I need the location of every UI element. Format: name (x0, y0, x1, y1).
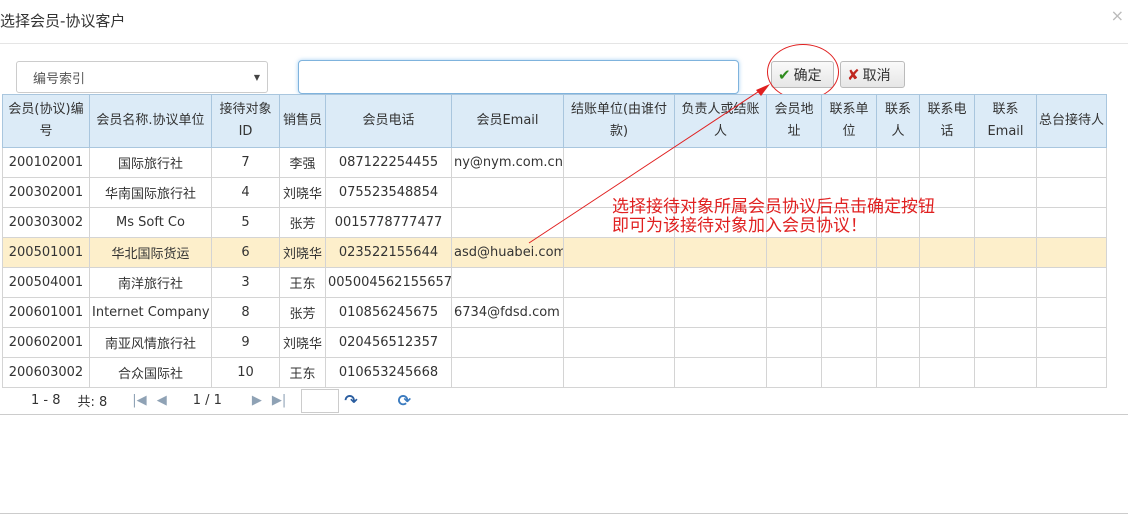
annotation-line-1: 选择接待对象所属会员协议后点击确定按钮 (612, 197, 935, 217)
annotation-line-2: 即可为该接待对象加入会员协议！ (612, 216, 867, 236)
annotation-arrow (528, 84, 770, 244)
arrow-head (756, 84, 770, 96)
annotation-text: 选择接待对象所属会员协议后点击确定按钮 即可为该接待对象加入会员协议！ (612, 198, 935, 236)
